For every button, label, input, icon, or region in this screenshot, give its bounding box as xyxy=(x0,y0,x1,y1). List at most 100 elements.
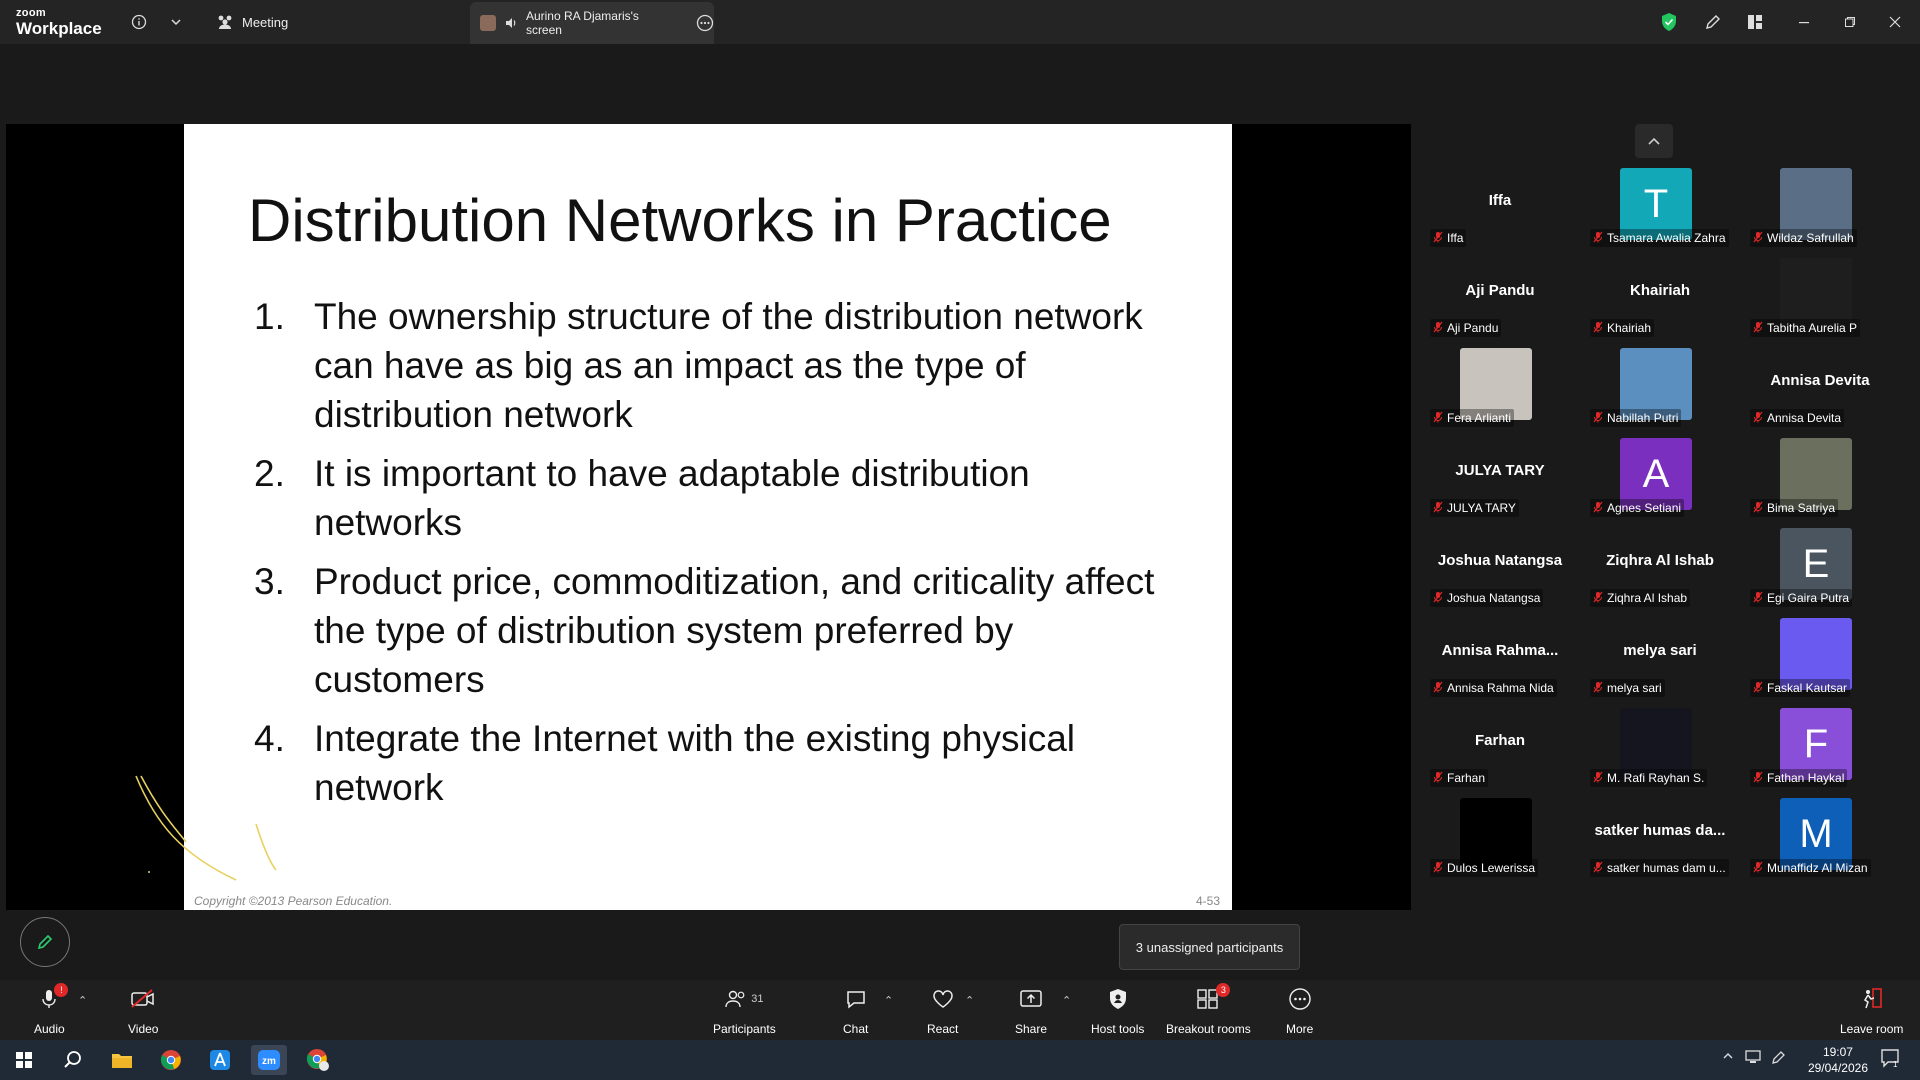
chat-icon xyxy=(845,986,867,1012)
participant-name-label: Joshua Natangsa xyxy=(1430,589,1544,607)
participant-tile[interactable]: satker humas da... satker humas dam u... xyxy=(1580,792,1740,880)
participant-tile[interactable]: Wildaz Safrullah xyxy=(1740,162,1900,250)
annotate-pen-icon[interactable] xyxy=(1701,10,1725,34)
react-button[interactable]: React xyxy=(927,986,958,1036)
notification-icon[interactable]: 1 xyxy=(1880,1048,1900,1071)
view-layout-icon[interactable] xyxy=(1743,10,1767,34)
file-explorer-icon[interactable] xyxy=(104,1045,140,1075)
participant-tile[interactable]: M Munaffidz Al Mizan xyxy=(1740,792,1900,880)
chat-options-caret-icon[interactable]: ⌃ xyxy=(884,994,893,1007)
chevron-down-icon[interactable] xyxy=(165,11,187,33)
presenter-avatar xyxy=(480,15,496,31)
muted-mic-icon xyxy=(1753,861,1763,876)
more-label: More xyxy=(1286,1022,1314,1036)
participant-tile[interactable]: Aji Pandu Aji Pandu xyxy=(1420,252,1580,340)
close-icon[interactable] xyxy=(1883,10,1907,34)
participant-tile[interactable]: Khairiah Khairiah xyxy=(1580,252,1740,340)
participant-tile[interactable]: Annisa Rahma... Annisa Rahma Nida xyxy=(1420,612,1580,700)
minimize-icon[interactable] xyxy=(1792,10,1816,34)
breakout-rooms-label: Breakout rooms xyxy=(1166,1022,1251,1036)
app-store-icon[interactable] xyxy=(202,1045,238,1075)
participant-name-text: Dulos Lewerissa xyxy=(1447,861,1536,875)
zoom-window: zoom Workplace Meeting Aurino RA Djamari… xyxy=(0,0,1920,1080)
muted-mic-icon xyxy=(1753,771,1763,786)
participant-display-name: Aji Pandu xyxy=(1465,282,1535,299)
shared-screen-tab[interactable]: Aurino RA Djamaris's screen xyxy=(470,2,714,44)
participant-gallery: Iffa Iffa T Tsamara Awalia Zahra Wildaz Safr… xyxy=(1420,124,1920,884)
windows-start-icon[interactable] xyxy=(6,1045,42,1075)
network-icon[interactable] xyxy=(1744,1050,1762,1067)
participant-tile[interactable]: Fera Arlianti xyxy=(1420,342,1580,430)
participant-name-label: Bima Satriya xyxy=(1750,499,1839,517)
video-button[interactable]: Video xyxy=(128,986,158,1036)
participant-tile[interactable]: T Tsamara Awalia Zahra xyxy=(1580,162,1740,250)
chat-button[interactable]: Chat xyxy=(843,986,868,1036)
breakout-rooms-button[interactable]: 3 Breakout rooms xyxy=(1166,983,1251,1036)
react-options-caret-icon[interactable]: ⌃ xyxy=(965,994,974,1007)
participant-tile[interactable]: M. Rafi Rayhan S. xyxy=(1580,702,1740,790)
muted-mic-icon xyxy=(1433,861,1443,876)
meeting-people-icon xyxy=(218,15,232,29)
share-options-caret-icon[interactable]: ⌃ xyxy=(1062,994,1071,1007)
participant-name-text: Nabillah Putri xyxy=(1607,411,1679,425)
participant-tile[interactable]: Dulos Lewerissa xyxy=(1420,792,1580,880)
participant-tile[interactable]: Joshua Natangsa Joshua Natangsa xyxy=(1420,522,1580,610)
muted-mic-icon xyxy=(1593,681,1603,696)
participant-tile[interactable]: A Agnes Setiani xyxy=(1580,432,1740,520)
annotation-pencil-button[interactable] xyxy=(20,917,70,967)
participants-count: 31 xyxy=(751,993,764,1005)
participant-tile[interactable]: F Fathan Haykal xyxy=(1740,702,1900,790)
participant-name-text: Farhan xyxy=(1447,771,1486,785)
participant-tile[interactable]: Ziqhra Al Ishab Ziqhra Al Ishab xyxy=(1580,522,1740,610)
more-options-icon[interactable] xyxy=(696,14,714,32)
share-button[interactable]: Share xyxy=(1015,986,1047,1036)
participant-tile[interactable]: Farhan Farhan xyxy=(1420,702,1580,790)
search-icon[interactable] xyxy=(55,1045,91,1075)
participant-name-text: Khairiah xyxy=(1607,321,1652,335)
participant-tile[interactable]: Tabitha Aurelia P xyxy=(1740,252,1900,340)
chrome-profile-icon[interactable] xyxy=(300,1045,336,1075)
muted-mic-icon xyxy=(1433,501,1443,516)
participant-tile[interactable]: Bima Satriya xyxy=(1740,432,1900,520)
audio-options-caret-icon[interactable]: ⌃ xyxy=(78,994,87,1007)
leave-door-icon xyxy=(1859,986,1885,1012)
title-bar: zoom Workplace Meeting Aurino RA Djamari… xyxy=(0,0,1920,44)
security-shield-icon[interactable] xyxy=(1657,10,1681,34)
participant-name-label: Agnes Setiani xyxy=(1590,499,1685,517)
participant-name-text: Joshua Natangsa xyxy=(1447,591,1541,605)
participant-name-label: Faskal Kautsar xyxy=(1750,679,1851,697)
participant-tile[interactable]: E Egi Gaira Putra xyxy=(1740,522,1900,610)
audio-button[interactable]: ! Audio xyxy=(34,983,69,1036)
muted-mic-icon xyxy=(1593,411,1603,426)
share-screen-icon xyxy=(1019,986,1043,1012)
restore-icon[interactable] xyxy=(1838,10,1862,34)
zoom-taskbar-icon[interactable]: zm xyxy=(251,1045,287,1075)
host-tools-button[interactable]: Host tools xyxy=(1091,986,1144,1036)
participant-tile[interactable]: Annisa Devita Annisa Devita xyxy=(1740,342,1900,430)
chrome-icon[interactable] xyxy=(153,1045,189,1075)
pen-tray-icon[interactable] xyxy=(1770,1050,1786,1069)
participant-name-text: Agnes Setiani xyxy=(1607,501,1682,515)
participant-tile[interactable]: JULYA TARY JULYA TARY xyxy=(1420,432,1580,520)
participant-name-text: Annisa Devita xyxy=(1767,411,1842,425)
meeting-tab[interactable]: Meeting xyxy=(216,10,288,34)
taskbar-clock[interactable]: 19:07 29/04/2026 xyxy=(1808,1044,1868,1076)
more-button[interactable]: More xyxy=(1286,986,1313,1036)
participant-tile[interactable]: Nabillah Putri xyxy=(1580,342,1740,430)
participant-tile[interactable]: Faskal Kautsar xyxy=(1740,612,1900,700)
participants-icon: 31 xyxy=(725,986,763,1012)
leave-room-button[interactable]: Leave room xyxy=(1840,986,1903,1036)
participants-button[interactable]: 31 Participants xyxy=(713,986,776,1036)
gallery-scroll-up-button[interactable] xyxy=(1635,124,1673,158)
audio-warning-badge: ! xyxy=(54,983,69,997)
participant-name-label: Khairiah xyxy=(1590,319,1655,337)
participant-tile[interactable]: melya sari melya sari xyxy=(1580,612,1740,700)
breakout-rooms-badge: 3 xyxy=(1216,983,1231,997)
host-shield-icon xyxy=(1108,986,1128,1012)
tray-chevron-up-icon[interactable] xyxy=(1722,1050,1734,1065)
participant-name-label: JULYA TARY xyxy=(1430,499,1519,517)
info-icon[interactable] xyxy=(128,11,150,33)
participant-tile[interactable]: Iffa Iffa xyxy=(1420,162,1580,250)
muted-mic-icon xyxy=(1753,591,1763,606)
shared-screen-tab-label: Aurino RA Djamaris's screen xyxy=(525,9,639,37)
